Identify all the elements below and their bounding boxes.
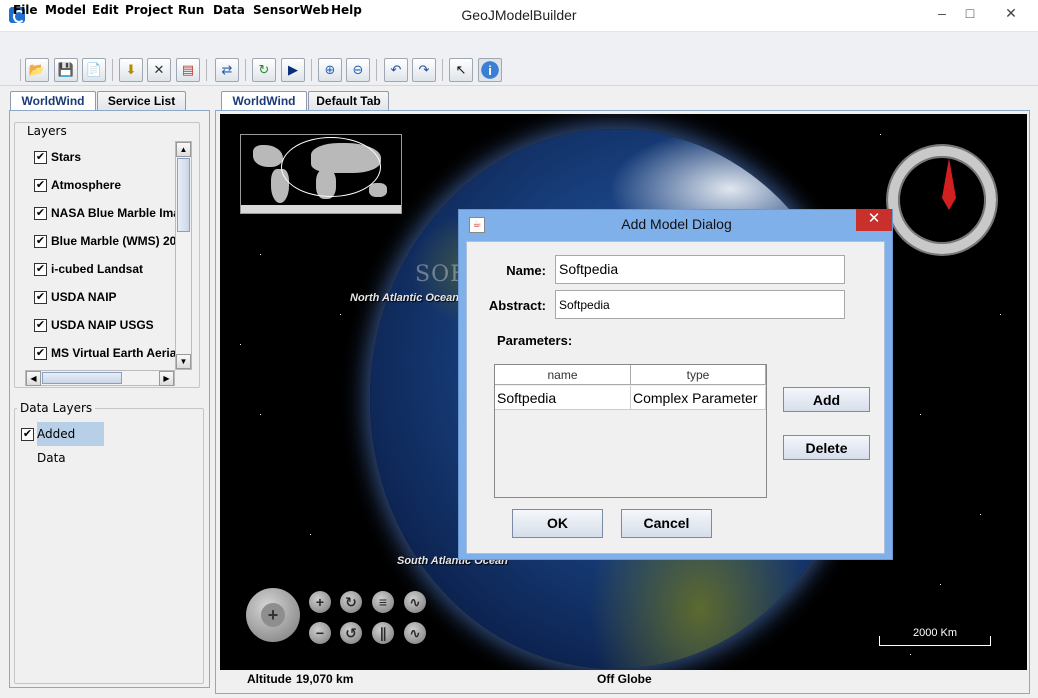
layer-item-stars[interactable]: Stars — [51, 150, 81, 168]
layer-item-ms-virtual-earth[interactable]: MS Virtual Earth Aeria — [51, 346, 175, 364]
scroll-down-icon[interactable]: ▼ — [176, 354, 191, 369]
column-header-name[interactable]: name — [495, 365, 631, 385]
label-north-atlantic: North Atlantic Ocean — [350, 292, 459, 304]
menu-help[interactable]: Help — [331, 3, 362, 17]
tab-service-list[interactable]: Service List — [97, 91, 186, 110]
layers-title: Layers — [24, 124, 70, 138]
layer-checkbox-atmosphere[interactable]: ✔ — [34, 179, 47, 192]
menu-edit[interactable]: Edit — [92, 3, 119, 17]
menu-run[interactable]: Run — [178, 3, 204, 17]
cancel-button[interactable]: Cancel — [621, 509, 712, 538]
exaggeration-down-icon[interactable]: ∿ — [404, 622, 426, 644]
table-cell-name[interactable]: Softpedia — [495, 386, 631, 410]
name-field[interactable]: Softpedia — [555, 255, 845, 284]
horizontal-scroll-thumb[interactable] — [42, 372, 122, 384]
column-header-type[interactable]: type — [631, 365, 766, 385]
layer-item-icubed-landsat[interactable]: i-cubed Landsat — [51, 262, 143, 280]
name-label: Name: — [506, 263, 546, 278]
altitude-value: 19,070 km — [296, 672, 354, 686]
zoom-out-nav-icon[interactable]: − — [309, 622, 331, 644]
layer-checkbox-blue-marble-wms[interactable]: ✔ — [34, 235, 47, 248]
close-window-button[interactable]: ✕ — [988, 2, 1034, 24]
zoom-out-icon[interactable]: ⊖ — [346, 58, 370, 82]
pan-cross-icon[interactable]: + — [261, 603, 285, 627]
globe-state: Off Globe — [597, 672, 652, 686]
layer-item-blue-marble-wms[interactable]: Blue Marble (WMS) 20 — [51, 234, 175, 252]
menu-sensorweb[interactable]: SensorWeb — [253, 3, 329, 17]
vertical-scroll-thumb[interactable] — [177, 158, 190, 232]
compass-icon[interactable] — [888, 146, 996, 254]
refresh-icon[interactable]: ↻ — [252, 58, 276, 82]
data-layers-title: Data Layers — [17, 401, 96, 415]
connect-icon[interactable]: ⇄ — [215, 58, 239, 82]
redo-icon[interactable]: ↷ — [412, 58, 436, 82]
menu-file[interactable]: File — [13, 3, 38, 17]
data-layer-item-added-data[interactable]: Added Data — [37, 422, 104, 465]
properties-icon[interactable]: ▤ — [176, 58, 200, 82]
menu-bar — [0, 32, 1038, 54]
zoom-in-nav-icon[interactable]: + — [309, 591, 331, 613]
layer-item-usda-naip[interactable]: USDA NAIP — [51, 290, 117, 308]
layer-checkbox-nasa-blue-marble[interactable]: ✔ — [34, 207, 47, 220]
exaggeration-up-icon[interactable]: ∿ — [404, 591, 426, 613]
minimize-button[interactable]: – — [928, 2, 956, 24]
new-file-icon[interactable]: 📄 — [82, 58, 106, 82]
tab-worldwind-left[interactable]: WorldWind — [10, 91, 96, 110]
scroll-right-icon[interactable]: ▶ — [159, 371, 174, 386]
add-parameter-button[interactable]: Add — [783, 387, 870, 412]
save-icon[interactable]: 💾 — [54, 58, 78, 82]
data-layer-checkbox-added-data[interactable]: ✔ — [21, 428, 34, 441]
dialog-close-button[interactable]: ✕ — [856, 209, 892, 231]
table-cell-type[interactable]: Complex Parameter — [631, 386, 766, 410]
altitude-label: Altitude — [247, 672, 292, 686]
ok-button[interactable]: OK — [512, 509, 603, 538]
scroll-up-icon[interactable]: ▲ — [176, 142, 191, 157]
world-minimap[interactable] — [240, 134, 402, 214]
open-folder-icon[interactable]: 📂 — [25, 58, 49, 82]
scroll-left-icon[interactable]: ◀ — [26, 371, 41, 386]
import-icon[interactable]: ⬇ — [119, 58, 143, 82]
layer-item-usda-naip-usgs[interactable]: USDA NAIP USGS — [51, 318, 154, 336]
layer-checkbox-stars[interactable]: ✔ — [34, 151, 47, 164]
layer-checkbox-usda-naip[interactable]: ✔ — [34, 291, 47, 304]
scale-bar — [879, 636, 991, 646]
tilt-down-icon[interactable]: ∥ — [372, 622, 394, 644]
tab-default[interactable]: Default Tab — [308, 91, 389, 110]
menu-project[interactable]: Project — [125, 3, 173, 17]
rotate-right-icon[interactable]: ↻ — [340, 591, 362, 613]
zoom-in-icon[interactable]: ⊕ — [318, 58, 342, 82]
abstract-label: Abstract: — [488, 298, 546, 313]
run-icon[interactable]: ▶ — [281, 58, 305, 82]
pan-control[interactable]: + — [246, 588, 300, 642]
layers-horizontal-scrollbar[interactable]: ◀ ▶ — [25, 370, 175, 386]
maximize-button[interactable]: □ — [956, 2, 984, 24]
layer-item-nasa-blue-marble[interactable]: NASA Blue Marble Ima — [51, 206, 175, 224]
menu-data[interactable]: Data — [213, 3, 245, 17]
delete-icon[interactable]: ✕ — [147, 58, 171, 82]
delete-parameter-button[interactable]: Delete — [783, 435, 870, 460]
layer-checkbox-usda-naip-usgs[interactable]: ✔ — [34, 319, 47, 332]
layer-checkbox-ms-virtual-earth[interactable]: ✔ — [34, 347, 47, 360]
layers-vertical-scrollbar[interactable]: ▲ ▼ — [175, 141, 192, 370]
rotate-left-icon[interactable]: ↺ — [340, 622, 362, 644]
tilt-up-icon[interactable]: ≡ — [372, 591, 394, 613]
menu-model[interactable]: Model — [45, 3, 86, 17]
undo-icon[interactable]: ↶ — [384, 58, 408, 82]
tab-worldwind-main[interactable]: WorldWind — [221, 91, 307, 110]
layer-item-atmosphere[interactable]: Atmosphere — [51, 178, 121, 196]
parameters-table[interactable]: name type Softpedia Complex Parameter — [494, 364, 767, 498]
abstract-field[interactable]: Softpedia — [555, 290, 845, 319]
dialog-title: Add Model Dialog — [621, 216, 732, 232]
layer-list: ✔ Stars ✔ Atmosphere ✔ NASA Blue Marble … — [25, 141, 175, 370]
layer-checkbox-icubed-landsat[interactable]: ✔ — [34, 263, 47, 276]
select-pointer-icon[interactable]: ↖ — [449, 58, 473, 82]
parameters-label: Parameters: — [497, 333, 573, 348]
info-icon[interactable]: i — [478, 58, 502, 82]
